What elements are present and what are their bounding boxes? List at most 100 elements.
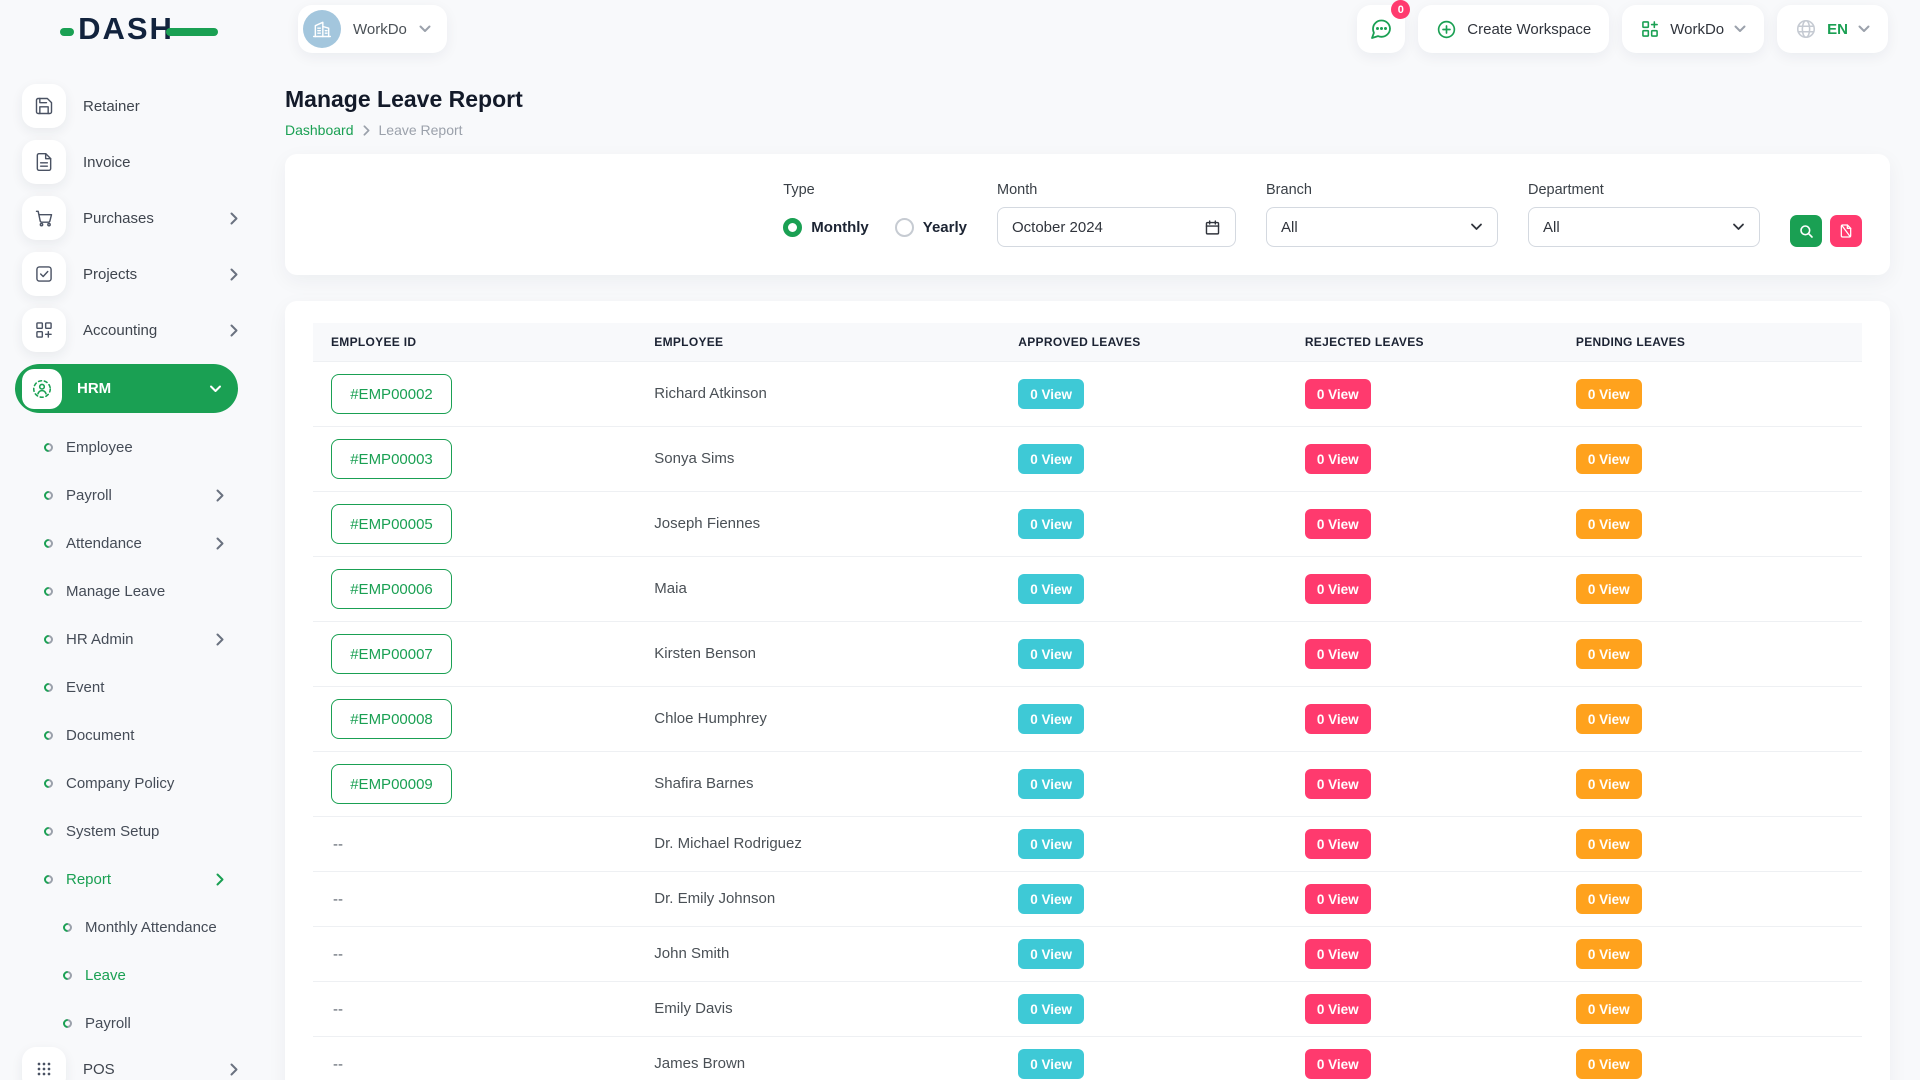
sidebar-item-hrm[interactable]: HRM (15, 364, 238, 413)
pending-view-button[interactable]: 0 View (1576, 1049, 1642, 1079)
search-button[interactable] (1790, 215, 1822, 247)
approved-view-button[interactable]: 0 View (1018, 769, 1084, 799)
sidebar-item-event[interactable]: Event (0, 663, 252, 711)
sidebar-item-accounting[interactable]: Accounting (22, 308, 238, 352)
sidebar-item-leave[interactable]: Leave (0, 951, 252, 999)
pending-view-button[interactable]: 0 View (1576, 444, 1642, 474)
employee-id-empty: -- (331, 1049, 343, 1079)
rejected-view-button[interactable]: 0 View (1305, 639, 1371, 669)
column-employee-id: EMPLOYEE ID (313, 323, 638, 362)
language-button[interactable]: EN (1777, 5, 1888, 53)
employee-id-badge[interactable]: #EMP00009 (331, 764, 452, 804)
pending-view-button[interactable]: 0 View (1576, 769, 1642, 799)
rejected-view-button[interactable]: 0 View (1305, 769, 1371, 799)
bullet-icon (42, 681, 55, 694)
employee-id-empty: -- (331, 939, 343, 969)
sidebar-item-label: Leave (85, 967, 126, 984)
employee-name: Dr. Michael Rodriguez (654, 835, 802, 852)
approved-view-button[interactable]: 0 View (1018, 639, 1084, 669)
rejected-view-button[interactable]: 0 View (1305, 509, 1371, 539)
sidebar-item-invoice[interactable]: Invoice (22, 140, 238, 184)
sidebar-item-hr-admin[interactable]: HR Admin (0, 615, 252, 663)
rejected-view-button[interactable]: 0 View (1305, 939, 1371, 969)
rejected-view-button[interactable]: 0 View (1305, 379, 1371, 409)
reset-button[interactable] (1830, 215, 1862, 247)
sidebar-item-report-payroll[interactable]: Payroll (0, 999, 252, 1047)
chevron-down-icon (419, 25, 431, 33)
month-filter: Month October 2024 (997, 182, 1236, 247)
pending-view-button[interactable]: 0 View (1576, 939, 1642, 969)
pending-view-button[interactable]: 0 View (1576, 829, 1642, 859)
employee-id-badge[interactable]: #EMP00003 (331, 439, 452, 479)
rejected-view-button[interactable]: 0 View (1305, 994, 1371, 1024)
sidebar-item-label: Retainer (83, 98, 140, 115)
chevron-right-icon (230, 212, 238, 225)
sidebar-item-label: Company Policy (66, 775, 174, 792)
branch-select[interactable]: All (1266, 207, 1498, 247)
approved-view-button[interactable]: 0 View (1018, 704, 1084, 734)
sidebar-item-document[interactable]: Document (0, 711, 252, 759)
pending-view-button[interactable]: 0 View (1576, 379, 1642, 409)
sidebar-item-monthly-attendance[interactable]: Monthly Attendance (0, 903, 252, 951)
rejected-view-button[interactable]: 0 View (1305, 704, 1371, 734)
sidebar-item-company-policy[interactable]: Company Policy (0, 759, 252, 807)
sidebar-item-projects[interactable]: Projects (22, 252, 238, 296)
sidebar-item-system-setup[interactable]: System Setup (0, 807, 252, 855)
table-row: -- Dr. Emily Johnson 0 View 0 View 0 Vie… (313, 872, 1862, 927)
month-input[interactable]: October 2024 (997, 207, 1236, 247)
pending-view-button[interactable]: 0 View (1576, 509, 1642, 539)
rejected-view-button[interactable]: 0 View (1305, 444, 1371, 474)
employee-id-badge[interactable]: #EMP00007 (331, 634, 452, 674)
pending-view-button[interactable]: 0 View (1576, 639, 1642, 669)
sidebar-item-label: HRM (77, 380, 111, 397)
breadcrumb-dashboard-link[interactable]: Dashboard (285, 122, 354, 138)
approved-view-button[interactable]: 0 View (1018, 1049, 1084, 1079)
workspace-selector[interactable]: WorkDo (298, 5, 447, 53)
sidebar-item-retainer[interactable]: Retainer (22, 84, 238, 128)
workspace-menu-button[interactable]: WorkDo (1622, 5, 1764, 53)
create-workspace-button[interactable]: Create Workspace (1418, 5, 1609, 53)
leave-report-table: EMPLOYEE ID EMPLOYEE APPROVED LEAVES REJ… (313, 323, 1862, 1080)
pending-view-button[interactable]: 0 View (1576, 574, 1642, 604)
approved-view-button[interactable]: 0 View (1018, 509, 1084, 539)
type-radio-monthly[interactable]: Monthly (783, 218, 869, 237)
month-label: Month (997, 182, 1236, 198)
rejected-view-button[interactable]: 0 View (1305, 574, 1371, 604)
pending-view-button[interactable]: 0 View (1576, 704, 1642, 734)
rejected-view-button[interactable]: 0 View (1305, 829, 1371, 859)
pending-view-button[interactable]: 0 View (1576, 994, 1642, 1024)
sidebar-item-payroll[interactable]: Payroll (0, 471, 252, 519)
calendar-icon (1204, 219, 1221, 236)
sidebar-item-employee[interactable]: Employee (0, 423, 252, 471)
table-row: #EMP00005 Joseph Fiennes 0 View 0 View 0… (313, 492, 1862, 557)
dash-logo[interactable]: DASH (68, 11, 184, 47)
language-label: EN (1827, 21, 1848, 38)
messages-button[interactable]: 0 (1357, 5, 1405, 53)
approved-view-button[interactable]: 0 View (1018, 379, 1084, 409)
pending-view-button[interactable]: 0 View (1576, 884, 1642, 914)
rejected-view-button[interactable]: 0 View (1305, 1049, 1371, 1079)
employee-id-badge[interactable]: #EMP00006 (331, 569, 452, 609)
sidebar-item-pos[interactable]: POS (22, 1047, 238, 1080)
sidebar-item-purchases[interactable]: Purchases (22, 196, 238, 240)
rejected-view-button[interactable]: 0 View (1305, 884, 1371, 914)
chevron-right-icon (230, 324, 238, 337)
employee-id-badge[interactable]: #EMP00005 (331, 504, 452, 544)
approved-view-button[interactable]: 0 View (1018, 884, 1084, 914)
approved-view-button[interactable]: 0 View (1018, 994, 1084, 1024)
employee-id-badge[interactable]: #EMP00002 (331, 374, 452, 414)
sidebar-item-report[interactable]: Report (0, 855, 252, 903)
department-select[interactable]: All (1528, 207, 1760, 247)
employee-id-badge[interactable]: #EMP00008 (331, 699, 452, 739)
approved-view-button[interactable]: 0 View (1018, 939, 1084, 969)
type-radio-yearly[interactable]: Yearly (895, 218, 967, 237)
table-row: -- Emily Davis 0 View 0 View 0 View (313, 982, 1862, 1037)
pos-grid-icon (34, 1059, 54, 1079)
approved-view-button[interactable]: 0 View (1018, 574, 1084, 604)
approved-view-button[interactable]: 0 View (1018, 829, 1084, 859)
sidebar-item-attendance[interactable]: Attendance (0, 519, 252, 567)
employee-name: James Brown (654, 1055, 745, 1072)
sidebar-item-manage-leave[interactable]: Manage Leave (0, 567, 252, 615)
breadcrumb-current: Leave Report (379, 122, 463, 138)
approved-view-button[interactable]: 0 View (1018, 444, 1084, 474)
